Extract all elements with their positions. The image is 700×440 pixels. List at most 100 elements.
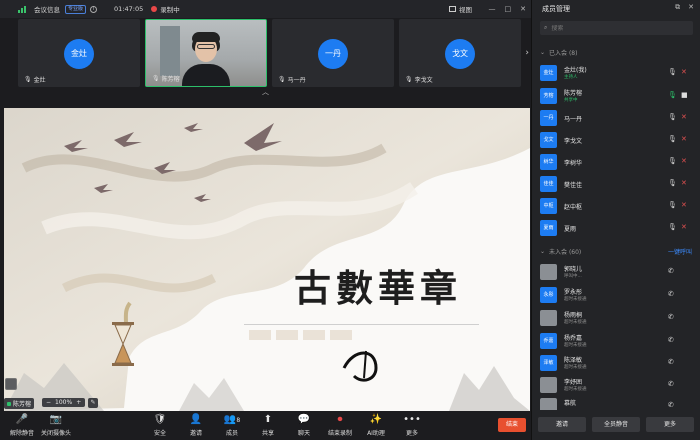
not-joined-section-header[interactable]: ⌄ 未入会 (60) <box>540 247 581 256</box>
call-all-link[interactable]: 一键呼叫 <box>668 247 692 256</box>
phone-icon[interactable]: ✆ <box>668 313 674 321</box>
camera-button[interactable]: 📷 关闭摄像头 <box>36 413 76 437</box>
phone-icon[interactable]: ✆ <box>668 358 674 366</box>
mic-muted-icon[interactable]: 🎙 <box>668 223 677 231</box>
camera-off-icon[interactable]: ✕ <box>681 179 687 187</box>
share-button[interactable]: ⬆ 共享 <box>248 413 288 437</box>
member-row[interactable]: 戈文 李戈文 🎙 ✕ <box>538 130 696 150</box>
view-button[interactable]: 视图 <box>449 4 472 14</box>
invite-button[interactable]: 邀请 <box>538 417 586 432</box>
phone-icon[interactable]: ✆ <box>668 267 674 275</box>
camera-off-icon[interactable]: ✕ <box>681 201 687 209</box>
phone-icon[interactable]: ✆ <box>668 336 674 344</box>
mic-muted-icon[interactable]: 🎙 <box>668 201 677 209</box>
avatar: 泽敏 <box>540 355 557 371</box>
invitee-row[interactable]: 李妤囲 超时未接通 ✆ <box>538 375 696 395</box>
zoom-level: 100% <box>55 399 73 406</box>
record-icon: ⏺ <box>337 414 343 425</box>
record-dot-icon <box>151 6 158 12</box>
search-input[interactable] <box>551 24 672 32</box>
camera-off-icon[interactable]: ✕ <box>681 68 687 76</box>
invitee-row[interactable]: 郭晓儿 呼叫中... ✆ <box>538 262 696 282</box>
camera-icon[interactable]: ■ <box>681 91 688 99</box>
camera-icon: 📷 <box>49 414 63 425</box>
slide-title: 古數華章 <box>294 266 462 310</box>
participant-name: 金灶 <box>33 77 46 84</box>
ai-assistant-icon: ✨ <box>369 414 383 425</box>
popout-icon[interactable]: ⧉ <box>675 3 680 12</box>
video-tile[interactable]: 金灶 🎙 金灶 <box>18 19 140 87</box>
info-icon[interactable]: i <box>90 5 98 13</box>
member-row[interactable]: 佳佳 樊佳佳 🎙 ✕ <box>538 174 696 194</box>
member-row[interactable]: 中枢 赵中枢 🎙 ✕ <box>538 196 696 216</box>
top-bar: 会议信息 专业版 i 01:47:05 录制中 视图 — □ ✕ <box>0 0 531 18</box>
annotate-pen-icon[interactable]: ✎ <box>88 398 98 408</box>
meeting-info-title[interactable]: 会议信息 <box>34 4 60 14</box>
grid-view-icon <box>449 6 456 12</box>
camera-off-icon[interactable]: ✕ <box>681 157 687 165</box>
camera-off-icon[interactable]: ✕ <box>681 135 687 143</box>
zoom-in-button[interactable]: + <box>76 399 81 406</box>
end-meeting-button[interactable]: 结束 <box>498 418 526 432</box>
invitee-row[interactable]: 杨雨桐 超时未接通 ✆ <box>538 308 696 328</box>
video-tile-active-speaker[interactable]: 🎙 陈芳榕 <box>145 19 267 87</box>
invite-button[interactable]: 👤 邀请 <box>176 413 216 437</box>
invitee-row[interactable]: 慕航 ✆ <box>538 396 696 410</box>
phone-icon[interactable]: ✆ <box>668 290 674 298</box>
member-name: 夏雨 <box>564 226 577 233</box>
close-icon[interactable]: ✕ <box>520 5 526 13</box>
camera-off-icon[interactable]: ✕ <box>681 223 687 231</box>
more-options-button[interactable]: 更多 <box>646 417 694 432</box>
invitee-row[interactable]: 永彤 罗永彤 超时未接通 ✆ <box>538 285 696 305</box>
mic-muted-icon[interactable]: 🎙 <box>668 179 677 187</box>
video-tile[interactable]: 戈文 🎙 李戈文 <box>399 19 521 87</box>
member-row[interactable]: 芳榕 陈芳榕 共享中 🎙 ■ <box>538 86 696 106</box>
mic-muted-icon[interactable]: 🎙 <box>668 135 677 143</box>
zoom-control[interactable]: − 100% + <box>42 398 86 407</box>
ai-assistant-button[interactable]: ✨ AI助理 <box>356 413 396 437</box>
avatar: 中枢 <box>540 198 557 214</box>
security-button[interactable]: 🛡 安全 <box>140 413 180 437</box>
mic-muted-icon[interactable]: 🎙 <box>668 157 677 165</box>
phone-icon[interactable]: ✆ <box>668 380 674 388</box>
presenter-tag[interactable]: 陈芳榕 <box>4 398 35 409</box>
mic-icon[interactable]: 🎙 <box>668 91 677 99</box>
camera-off-icon[interactable]: ✕ <box>681 113 687 121</box>
member-row[interactable]: 夏雨 夏雨 🎙 ✕ <box>538 218 696 238</box>
member-name: 杨雨桐 <box>564 312 583 319</box>
avatar: 戈文 <box>540 132 557 148</box>
avatar: 一丹 <box>318 39 348 69</box>
invitee-row[interactable]: 泽敏 陈泽敏 超时未接通 ✆ <box>538 353 696 373</box>
joined-section-header[interactable]: ⌄ 已入会 (8) <box>540 48 577 57</box>
member-name: 樊佳佳 <box>564 182 583 189</box>
chat-button[interactable]: 💬 聊天 <box>284 413 324 437</box>
minimize-icon[interactable]: — <box>489 5 496 13</box>
close-icon[interactable]: ✕ <box>688 3 694 12</box>
zoom-out-button[interactable]: − <box>46 399 51 406</box>
member-row[interactable]: 一丹 马一丹 🎙 ✕ <box>538 108 696 128</box>
avatar <box>540 377 557 393</box>
mic-muted-icon[interactable]: 🎙 <box>668 68 677 76</box>
chevron-up-icon[interactable]: ︿ <box>262 87 269 97</box>
stop-recording-button[interactable]: ⏺ 结束录制 <box>320 413 360 437</box>
member-row[interactable]: 金灶 金灶(我) 主持人 🎙 ✕ <box>538 63 696 83</box>
mute-all-button[interactable]: 全员静音 <box>592 417 640 432</box>
participant-name: 马一丹 <box>287 77 306 84</box>
members-panel: 成员管理 ⧉ ✕ ⌕ ⌄已入会 (8) 金灶金灶(我)主持人 🎙 ✕ 芳榕陈芳榕共享… <box>531 0 700 440</box>
phone-icon[interactable]: ✆ <box>668 401 674 409</box>
more-button[interactable]: ••• 更多 <box>392 413 432 437</box>
recording-label: 录制中 <box>160 6 180 14</box>
mic-muted-icon[interactable]: 🎙 <box>668 113 677 121</box>
video-tile[interactable]: 一丹 🎙 马一丹 <box>272 19 394 87</box>
mic-icon: 🎙 <box>152 75 160 82</box>
network-signal-icon[interactable] <box>18 5 28 13</box>
avatar: 夏雨 <box>540 220 557 236</box>
member-row[interactable]: 树华 李树华 🎙 ✕ <box>538 152 696 172</box>
members-button[interactable]: 👥8 成员 <box>212 413 252 437</box>
chevron-right-icon[interactable]: › <box>525 48 529 58</box>
sharing-thumbnail-icon[interactable] <box>5 378 17 390</box>
member-search[interactable]: ⌕ <box>540 21 693 35</box>
invitee-row[interactable]: 乔嘉 杨乔嘉 超时未接通 ✆ <box>538 331 696 351</box>
maximize-icon[interactable]: □ <box>505 5 512 13</box>
recording-indicator[interactable]: 录制中 <box>151 4 180 14</box>
